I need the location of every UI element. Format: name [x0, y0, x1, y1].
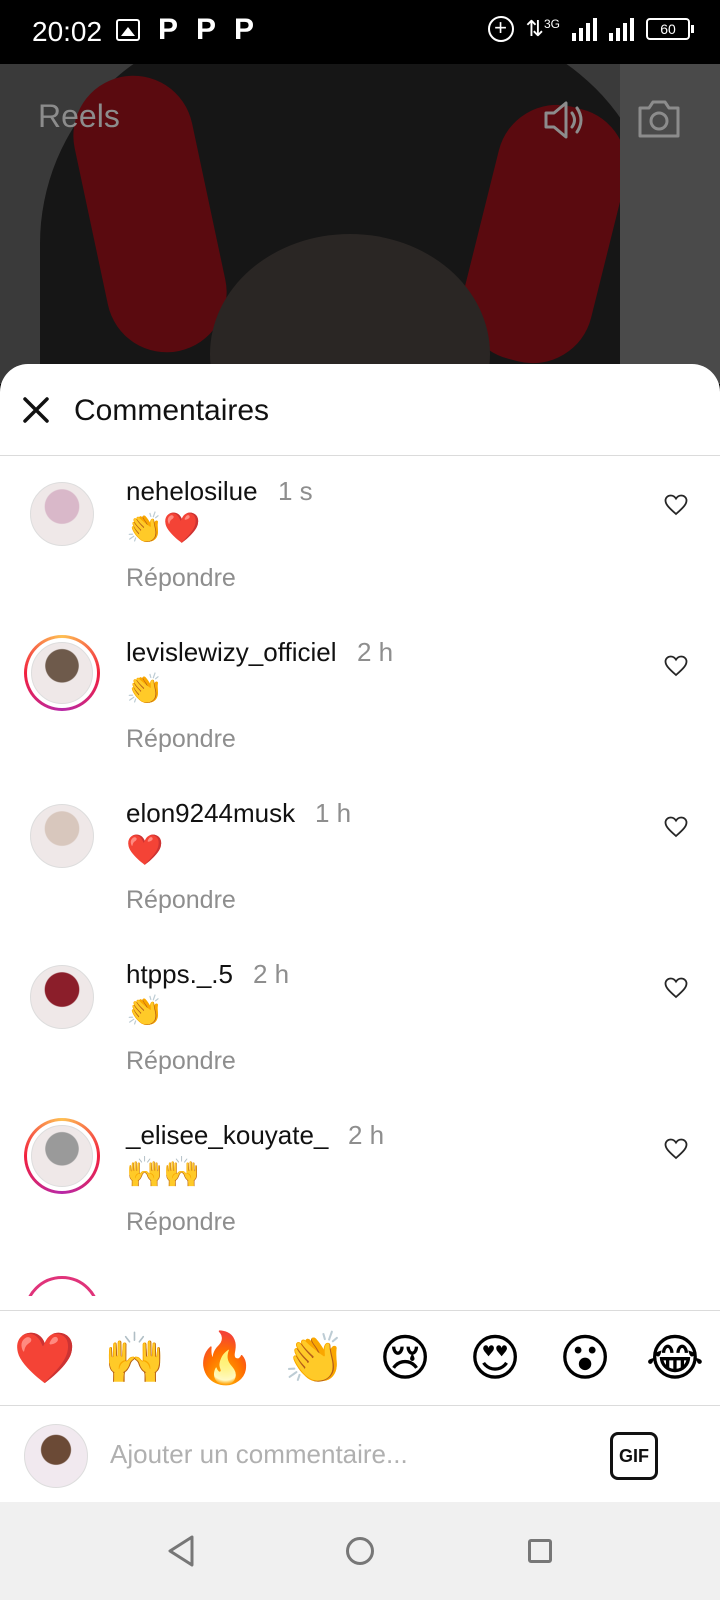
comment-timestamp: 1 h	[315, 798, 352, 828]
back-icon[interactable]	[166, 1534, 198, 1568]
avatar-image	[30, 804, 94, 868]
camera-icon[interactable]	[636, 98, 682, 140]
comment-row: htpps._.5 2 h 👏 Répondre	[0, 959, 720, 1119]
reply-button[interactable]: Répondre	[126, 1208, 236, 1237]
signal-icon	[572, 17, 597, 41]
notification-icons: P P P	[116, 14, 254, 46]
reply-button[interactable]: Répondre	[126, 886, 236, 915]
comment-input-row: Ajouter un commentaire... GIF	[0, 1406, 720, 1502]
reply-button[interactable]: Répondre	[126, 725, 236, 754]
emoji-quick-bar: ❤️ 🙌 🔥 👏 😢 😍 😮 😂	[0, 1310, 720, 1406]
avatar[interactable]	[24, 635, 100, 711]
comment-row: _elisee_kouyate_ 2 h 🙌🙌 Répondre	[0, 1118, 720, 1280]
gallery-icon	[116, 19, 140, 41]
avatar	[24, 1276, 100, 1296]
avatar[interactable]	[24, 1118, 100, 1194]
comment-text: 👏	[126, 995, 164, 1028]
signal-icon-2	[609, 17, 634, 41]
comment-username[interactable]: _elisee_kouyate_	[126, 1120, 328, 1151]
reply-button[interactable]: Répondre	[126, 1047, 236, 1076]
close-icon[interactable]	[20, 394, 52, 426]
comment-username[interactable]: nehelosilue	[126, 476, 258, 507]
page-title: Reels	[38, 98, 120, 134]
p-icon: P	[234, 13, 255, 46]
comment-text: 🙌🙌	[126, 1156, 201, 1189]
home-icon[interactable]	[346, 1537, 374, 1565]
avatar-frame	[24, 959, 100, 1035]
comment-row-partial	[0, 1276, 720, 1296]
reply-button[interactable]: Répondre	[126, 564, 236, 593]
gif-button[interactable]: GIF	[610, 1432, 658, 1480]
network-type: ⇅3G	[525, 16, 560, 41]
emoji-surprised[interactable]: 😮	[550, 1328, 620, 1388]
p-icon: P	[158, 13, 179, 46]
comment-text: 👏❤️	[126, 512, 201, 545]
emoji-crying[interactable]: 😢	[370, 1328, 440, 1388]
avatar-frame	[27, 638, 97, 708]
system-status-icons: + ⇅3G 60	[487, 16, 694, 42]
avatar	[24, 1424, 88, 1488]
comment-row: elon9244musk 1 h ❤️ Répondre	[0, 798, 720, 958]
avatar[interactable]	[24, 959, 100, 1035]
avatar-image	[31, 1125, 93, 1187]
heart-icon[interactable]	[664, 977, 688, 999]
comment-timestamp: 2 h	[253, 959, 290, 989]
comment-username[interactable]: htpps._.5	[126, 959, 233, 990]
avatar[interactable]	[24, 798, 100, 874]
system-nav-bar	[0, 1502, 720, 1600]
heart-icon[interactable]	[664, 1138, 688, 1160]
status-time: 20:02	[32, 16, 103, 47]
avatar-image	[30, 965, 94, 1029]
emoji-laughing[interactable]: 😂	[640, 1328, 710, 1388]
emoji-heart-eyes[interactable]: 😍	[460, 1328, 530, 1388]
data-saver-icon: +	[487, 16, 514, 42]
sheet-title: Commentaires	[74, 394, 270, 427]
comment-row: nehelosilue 1 s 👏❤️ Répondre	[0, 476, 720, 636]
avatar-image	[30, 482, 94, 546]
p-icon: P	[196, 13, 217, 46]
avatar-image	[31, 642, 93, 704]
emoji-raised-hands[interactable]: 🙌	[100, 1328, 170, 1388]
comment-row: levislewizy_officiel 2 h 👏 Répondre	[0, 635, 720, 797]
comment-timestamp: 1 s	[278, 476, 313, 506]
heart-icon[interactable]	[664, 816, 688, 838]
heart-icon[interactable]	[664, 655, 688, 677]
avatar-frame	[24, 798, 100, 874]
avatar-frame	[24, 476, 100, 552]
heart-icon[interactable]	[664, 494, 688, 516]
emoji-fire[interactable]: 🔥	[190, 1328, 260, 1388]
comment-text: ❤️	[126, 834, 164, 867]
comment-text: 👏	[126, 673, 164, 706]
status-bar: 20:02 P P P + ⇅3G 60	[0, 0, 720, 64]
speaker-icon[interactable]	[540, 96, 588, 144]
emoji-heart[interactable]: ❤️	[10, 1328, 80, 1388]
battery-icon: 60	[646, 18, 694, 40]
emoji-clap[interactable]: 👏	[280, 1328, 350, 1388]
comment-username[interactable]: levislewizy_officiel	[126, 637, 337, 668]
avatar[interactable]	[24, 476, 100, 552]
comment-input[interactable]: Ajouter un commentaire...	[110, 1439, 408, 1470]
avatar-frame	[27, 1121, 97, 1191]
comment-username[interactable]: elon9244musk	[126, 798, 295, 829]
sheet-header: Commentaires	[0, 364, 720, 456]
comment-timestamp: 2 h	[348, 1120, 385, 1150]
recents-icon[interactable]	[528, 1539, 552, 1563]
comment-timestamp: 2 h	[357, 637, 394, 667]
